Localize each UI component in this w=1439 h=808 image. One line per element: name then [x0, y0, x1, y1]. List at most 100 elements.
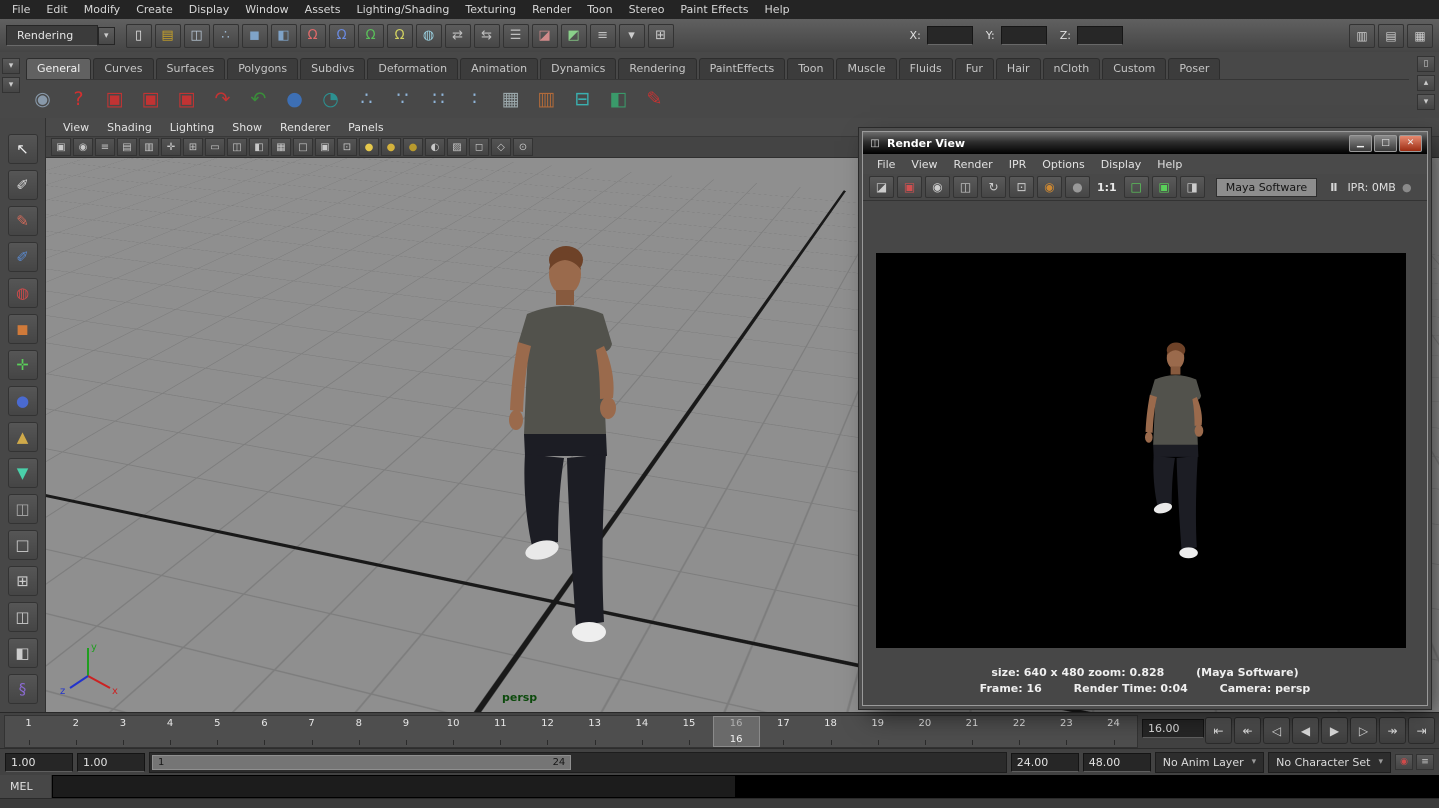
- snap-point-icon[interactable]: Ω: [358, 24, 384, 48]
- camera-icon[interactable]: ▣: [98, 82, 131, 115]
- menu-render[interactable]: Render: [524, 1, 579, 18]
- camera-aim-up-icon[interactable]: ▣: [170, 82, 203, 115]
- shelf-tab-options-icon[interactable]: ▾: [2, 58, 20, 74]
- shelf-tab-toon[interactable]: Toon: [787, 58, 834, 79]
- shelf-tab-curves[interactable]: Curves: [93, 58, 153, 79]
- command-input[interactable]: [52, 775, 736, 798]
- rgb-channels-icon[interactable]: ◉: [1037, 176, 1062, 198]
- shadows-icon[interactable]: ◐: [425, 138, 445, 156]
- safe-title-icon[interactable]: ▣: [315, 138, 335, 156]
- snap-grid-icon[interactable]: Ω: [300, 24, 326, 48]
- alpha-channel-icon[interactable]: ●: [1065, 176, 1090, 198]
- flat-light-icon[interactable]: ●: [403, 138, 423, 156]
- exposure-toggle-icon[interactable]: □: [1124, 176, 1149, 198]
- wireframe-icon[interactable]: ◻: [469, 138, 489, 156]
- render-view-menu-ipr[interactable]: IPR: [1001, 156, 1035, 173]
- renderer-dropdown[interactable]: Maya Software: [1216, 178, 1317, 197]
- range-slider-bar[interactable]: 1 24: [152, 755, 571, 770]
- ipr-pause-icon[interactable]: Ⅱ: [1330, 181, 1338, 194]
- maximize-button[interactable]: □: [1374, 135, 1397, 152]
- current-frame-marker[interactable]: 16: [713, 716, 760, 747]
- menu-display[interactable]: Display: [181, 1, 238, 18]
- render-view-menu-help[interactable]: Help: [1149, 156, 1190, 173]
- z-coordinate-field[interactable]: [1077, 26, 1123, 45]
- hypergraph-node-icon[interactable]: ∴: [350, 82, 383, 115]
- channel-box-toggle-icon[interactable]: ▦: [1407, 24, 1433, 48]
- shelf-tab-fluids[interactable]: Fluids: [899, 58, 953, 79]
- sphere-tool-icon[interactable]: ●: [8, 386, 38, 416]
- menu-edit[interactable]: Edit: [38, 1, 75, 18]
- marquee-region-icon[interactable]: ⊡: [1009, 176, 1034, 198]
- layout-outliner-icon[interactable]: ◧: [8, 638, 38, 668]
- shelf-tab-fur[interactable]: Fur: [955, 58, 994, 79]
- animation-end-field[interactable]: 48.00: [1083, 753, 1151, 772]
- green-arrow-icon[interactable]: ↶: [242, 82, 275, 115]
- frame-all-icon[interactable]: ⊡: [337, 138, 357, 156]
- lock-camera-icon[interactable]: ◉: [73, 138, 93, 156]
- playback-start-field[interactable]: 1.00: [77, 753, 145, 772]
- paint-effects-icon[interactable]: §: [8, 674, 38, 704]
- lasso-tool-icon[interactable]: ✐: [8, 170, 38, 200]
- help-icon[interactable]: ?: [62, 82, 95, 115]
- menu-toon[interactable]: Toon: [579, 1, 620, 18]
- layout-single-icon[interactable]: □: [8, 530, 38, 560]
- menu-stereo[interactable]: Stereo: [621, 1, 673, 18]
- isolate-select-icon[interactable]: ⊙: [513, 138, 533, 156]
- animation-preferences-icon[interactable]: ≡: [1416, 754, 1434, 770]
- graph-editor-icon[interactable]: ▦: [494, 82, 527, 115]
- shelf-tab-deformation[interactable]: Deformation: [367, 58, 458, 79]
- cone-down-tool-icon[interactable]: ▼: [8, 458, 38, 488]
- node-branch-icon[interactable]: ∶: [458, 82, 491, 115]
- all-lights-icon[interactable]: ●: [381, 138, 401, 156]
- render-view-window[interactable]: ◫ Render View ▁□✕ FileViewRenderIPROptio…: [862, 131, 1428, 706]
- character-set-dropdown[interactable]: No Character Set ▾: [1268, 752, 1391, 773]
- node-tree-icon[interactable]: ∷: [422, 82, 455, 115]
- cone-up-tool-icon[interactable]: ▲: [8, 422, 38, 452]
- command-language-toggle[interactable]: MEL: [0, 775, 52, 798]
- animation-start-field[interactable]: 1.00: [5, 753, 73, 772]
- timeline-ruler[interactable]: 16 1234567891011121314151617181920212223…: [4, 715, 1138, 748]
- menu-set-dropdown[interactable]: Rendering ▾: [6, 25, 115, 46]
- bar-chart-icon[interactable]: ▥: [530, 82, 563, 115]
- ipr-frame-icon[interactable]: ◫: [953, 176, 978, 198]
- character-model[interactable]: [465, 238, 665, 678]
- bookmark-icon[interactable]: ▤: [117, 138, 137, 156]
- select-camera-icon[interactable]: ▣: [51, 138, 71, 156]
- render-region-icon[interactable]: ▣: [897, 176, 922, 198]
- input-connections-icon[interactable]: ⇄: [445, 24, 471, 48]
- selection-mask-dropdown-icon[interactable]: ▾: [619, 24, 645, 48]
- shelf-scroll-up-icon[interactable]: ▴: [1417, 75, 1435, 91]
- paint-select-tool-icon[interactable]: ✎: [8, 206, 38, 236]
- rotate-tool-icon[interactable]: ◍: [8, 278, 38, 308]
- shelf-tab-general[interactable]: General: [26, 58, 91, 79]
- keep-image-icon[interactable]: ◨: [1180, 176, 1205, 198]
- menu-paint-effects[interactable]: Paint Effects: [672, 1, 756, 18]
- render-view-menu-display[interactable]: Display: [1093, 156, 1150, 173]
- select-component-icon[interactable]: ◧: [271, 24, 297, 48]
- menu-modify[interactable]: Modify: [76, 1, 128, 18]
- step-back-button[interactable]: ◁: [1263, 717, 1290, 744]
- snap-curve-icon[interactable]: Ω: [329, 24, 355, 48]
- camera-attributes-icon[interactable]: ≡: [95, 138, 115, 156]
- play-button[interactable]: ▶: [1321, 717, 1348, 744]
- menu-window[interactable]: Window: [237, 1, 296, 18]
- zoom-ratio-label[interactable]: 1:1: [1097, 181, 1117, 194]
- layout-two-pane-icon[interactable]: ◫: [8, 602, 38, 632]
- make-live-icon[interactable]: ◍: [416, 24, 442, 48]
- field-chart-icon[interactable]: ▦: [271, 138, 291, 156]
- menu-texturing[interactable]: Texturing: [457, 1, 524, 18]
- film-gate-icon[interactable]: ▭: [205, 138, 225, 156]
- menu-assets[interactable]: Assets: [297, 1, 349, 18]
- brush-icon[interactable]: ✎: [638, 82, 671, 115]
- pan-zoom-icon[interactable]: ✛: [161, 138, 181, 156]
- shelf-tab-rendering[interactable]: Rendering: [618, 58, 696, 79]
- playback-end-field[interactable]: 24.00: [1011, 753, 1079, 772]
- shelf-tab-subdivs[interactable]: Subdivs: [300, 58, 365, 79]
- construction-history-icon[interactable]: ☰: [503, 24, 529, 48]
- x-coordinate-field[interactable]: [927, 26, 973, 45]
- paint-brush-tool-icon[interactable]: ✐: [8, 242, 38, 272]
- manipulator-tool-icon[interactable]: ✛: [8, 350, 38, 380]
- film-tool-icon[interactable]: ◫: [8, 494, 38, 524]
- output-connections-icon[interactable]: ⇆: [474, 24, 500, 48]
- sphere-icon[interactable]: ●: [278, 82, 311, 115]
